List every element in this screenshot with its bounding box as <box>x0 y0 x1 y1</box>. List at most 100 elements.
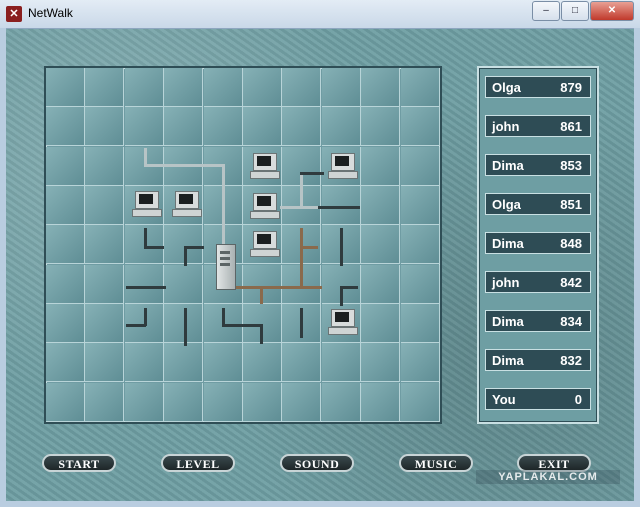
board-cell[interactable] <box>400 68 440 107</box>
pipe-segment <box>318 206 360 209</box>
board-cell[interactable] <box>124 382 164 422</box>
computer-terminal[interactable] <box>250 230 280 258</box>
board-cell[interactable] <box>243 343 282 383</box>
board-cell[interactable] <box>400 185 440 225</box>
pipe-segment <box>300 308 303 338</box>
board-cell[interactable] <box>321 107 361 147</box>
computer-terminal[interactable] <box>250 152 280 180</box>
board-cell[interactable] <box>46 225 85 265</box>
board-cell[interactable] <box>124 264 164 304</box>
player-name: You <box>492 392 516 407</box>
board-cell[interactable] <box>400 382 440 422</box>
board-cell[interactable] <box>46 264 85 304</box>
board-cell[interactable] <box>124 68 164 107</box>
player-name: Olga <box>492 197 521 212</box>
board-cell[interactable] <box>124 343 164 383</box>
board-cell[interactable] <box>85 225 125 265</box>
computer-terminal[interactable] <box>328 308 358 336</box>
music-button[interactable]: MUSIC <box>399 454 473 472</box>
board-cell[interactable] <box>243 382 282 422</box>
board-cell[interactable] <box>361 343 401 383</box>
minimize-button[interactable]: – <box>532 1 560 21</box>
server-tower[interactable] <box>216 244 236 290</box>
board-cell[interactable] <box>400 146 440 186</box>
board-cell[interactable] <box>85 343 125 383</box>
player-score: 851 <box>560 197 582 212</box>
netwalk-app-icon: ✕ <box>6 6 22 22</box>
board-cell[interactable] <box>85 264 125 304</box>
board-cell[interactable] <box>164 264 204 304</box>
score-row: Dima 832 <box>485 349 591 371</box>
high-score-panel: Olga 879 john 861 Dima 853 Olga 851 Dima 848 john 8… <box>477 66 599 424</box>
board-cell[interactable] <box>85 303 125 343</box>
board-cell[interactable] <box>164 107 204 147</box>
board-cell[interactable] <box>46 382 85 422</box>
score-row: Olga 851 <box>485 193 591 215</box>
board-cell[interactable] <box>46 303 85 343</box>
computer-terminal[interactable] <box>250 192 280 220</box>
board-cell[interactable] <box>46 343 85 383</box>
sound-button[interactable]: SOUND <box>280 454 354 472</box>
board-cell[interactable] <box>85 185 125 225</box>
pipe-segment <box>300 228 303 288</box>
computer-terminal[interactable] <box>328 152 358 180</box>
board-cell[interactable] <box>243 68 282 107</box>
computer-terminal[interactable] <box>172 190 202 218</box>
board-cell[interactable] <box>361 146 401 186</box>
board-cell[interactable] <box>282 382 322 422</box>
board-cell[interactable] <box>361 185 401 225</box>
board-cell[interactable] <box>400 303 440 343</box>
board-cell[interactable] <box>321 68 361 107</box>
level-button[interactable]: LEVEL <box>161 454 235 472</box>
player-score: 853 <box>560 158 582 173</box>
board-cell[interactable] <box>361 68 401 107</box>
board-cell[interactable] <box>282 107 322 147</box>
board-cell[interactable] <box>203 343 243 383</box>
player-name: john <box>492 119 520 134</box>
board-cell[interactable] <box>46 68 85 107</box>
board-cell[interactable] <box>203 382 243 422</box>
board-cell[interactable] <box>400 343 440 383</box>
board-cell[interactable] <box>85 107 125 147</box>
board-cell[interactable] <box>85 382 125 422</box>
board-cell[interactable] <box>321 343 361 383</box>
game-board[interactable] <box>44 66 442 424</box>
board-cell[interactable] <box>85 68 125 107</box>
board-cell[interactable] <box>46 185 85 225</box>
player-score: 834 <box>560 314 582 329</box>
board-cell[interactable] <box>164 343 204 383</box>
pipe-segment <box>260 324 263 344</box>
board-cell[interactable] <box>361 303 401 343</box>
board-cell[interactable] <box>361 107 401 147</box>
board-cell[interactable] <box>164 68 204 107</box>
board-cell[interactable] <box>203 68 243 107</box>
board-cell[interactable] <box>124 107 164 147</box>
board-cell[interactable] <box>400 225 440 265</box>
board-cell[interactable] <box>203 107 243 147</box>
title-bar[interactable]: ✕ NetWalk – □ ✕ <box>0 0 640 29</box>
pipe-segment <box>340 228 343 266</box>
window-frame-bottom <box>0 501 640 507</box>
computer-terminal[interactable] <box>132 190 162 218</box>
board-cell[interactable] <box>46 107 85 147</box>
board-cell[interactable] <box>164 382 204 422</box>
board-cell[interactable] <box>361 225 401 265</box>
board-cell[interactable] <box>46 146 85 186</box>
start-button[interactable]: START <box>42 454 116 472</box>
pipe-segment <box>222 324 262 327</box>
maximize-button[interactable]: □ <box>561 1 589 21</box>
pipe-segment <box>222 286 322 289</box>
pipe-segment <box>144 246 164 249</box>
board-cell[interactable] <box>361 264 401 304</box>
board-cell[interactable] <box>85 146 125 186</box>
board-cell[interactable] <box>243 107 282 147</box>
board-cell[interactable] <box>321 382 361 422</box>
board-cell[interactable] <box>400 107 440 147</box>
window-title: NetWalk <box>28 6 73 20</box>
board-cell[interactable] <box>282 68 322 107</box>
score-row: Dima 848 <box>485 232 591 254</box>
board-cell[interactable] <box>282 343 322 383</box>
close-button[interactable]: ✕ <box>590 1 634 21</box>
board-cell[interactable] <box>361 382 401 422</box>
board-cell[interactable] <box>400 264 440 304</box>
